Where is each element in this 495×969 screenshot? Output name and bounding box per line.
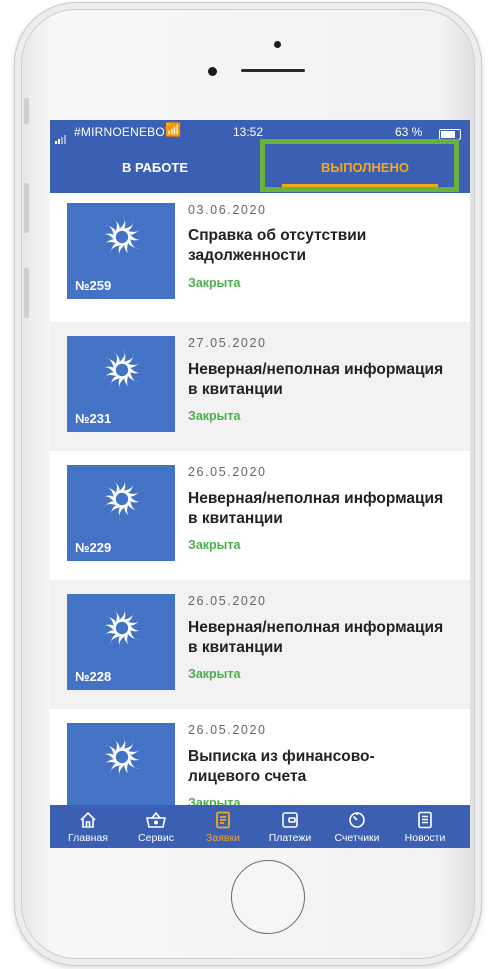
request-number: №229: [75, 540, 112, 555]
request-status: Закрыта: [188, 538, 241, 552]
wallet-icon: [260, 811, 320, 829]
app-header: #MIRNOENEBO75 📶 13:52 63 % В РАБОТЕ ВЫПО…: [50, 120, 470, 193]
battery-percent: 63 %: [395, 125, 423, 139]
request-card[interactable]: №231 27.05.2020 Неверная/неполная информ…: [50, 322, 470, 451]
proximity-sensor: [208, 67, 217, 76]
signal-icon: [55, 130, 67, 144]
highlight-box: [260, 139, 459, 192]
request-thumbnail: №228: [67, 594, 175, 690]
nav-payments[interactable]: Платежи: [260, 805, 320, 848]
request-card[interactable]: №259 03.06.2020 Справка об отсутствии зад…: [50, 193, 470, 322]
request-card[interactable]: №228 26.05.2020 Неверная/неполная информ…: [50, 580, 470, 709]
request-thumbnail: [67, 723, 175, 805]
requests-list[interactable]: №259 03.06.2020 Справка об отсутствии зад…: [50, 193, 470, 805]
volume-up-button: [24, 183, 29, 233]
gazprom-logo-icon: [101, 478, 143, 520]
document-icon: [193, 811, 253, 829]
nav-requests[interactable]: Заявки: [193, 805, 253, 848]
request-title: Неверная/неполная информация в квитанции: [188, 490, 444, 527]
request-status: Закрыта: [188, 276, 241, 290]
front-camera: [274, 41, 281, 48]
request-thumbnail: №231: [67, 336, 175, 432]
gazprom-logo-icon: [101, 607, 143, 649]
home-button[interactable]: [231, 860, 305, 934]
request-date: 26.05.2020: [188, 465, 267, 479]
request-thumbnail: №259: [67, 203, 175, 299]
nav-service[interactable]: Сервис: [126, 805, 186, 848]
news-icon: [395, 811, 455, 829]
carrier-name: #MIRNOENEBO75: [74, 125, 179, 139]
nav-news[interactable]: Новости: [395, 805, 455, 848]
request-date: 03.06.2020: [188, 203, 267, 217]
meter-icon: [327, 811, 387, 829]
request-date: 26.05.2020: [188, 594, 267, 608]
request-title: Выписка из финансово-лицевого счета: [188, 748, 375, 785]
app-screen: #MIRNOENEBO75 📶 13:52 63 % В РАБОТЕ ВЫПО…: [50, 120, 470, 848]
earpiece-speaker: [241, 69, 305, 72]
status-time: 13:52: [233, 125, 264, 139]
basket-icon: [126, 811, 186, 829]
bottom-navigation: Главная Сервис Заявки Платежи Счетчики Н…: [50, 805, 470, 848]
request-title: Неверная/неполная информация в квитанции: [188, 619, 444, 656]
request-title: Справка об отсутствии задолженности: [188, 227, 367, 264]
request-thumbnail: №229: [67, 465, 175, 561]
request-status: Закрыта: [188, 667, 241, 681]
request-date: 26.05.2020: [188, 723, 267, 737]
request-card[interactable]: 26.05.2020 Выписка из финансово-лицевого…: [50, 709, 470, 805]
volume-down-button: [24, 268, 29, 318]
request-date: 27.05.2020: [188, 336, 267, 350]
request-number: №259: [75, 278, 112, 293]
request-status: Закрыта: [188, 409, 241, 423]
gazprom-logo-icon: [101, 349, 143, 391]
mute-switch: [24, 98, 29, 124]
request-number: №228: [75, 669, 112, 684]
request-number: №231: [75, 411, 112, 426]
nav-meters[interactable]: Счетчики: [327, 805, 387, 848]
home-icon: [58, 811, 118, 829]
gazprom-logo-icon: [101, 736, 143, 778]
tab-in-progress[interactable]: В РАБОТЕ: [50, 148, 260, 188]
nav-home[interactable]: Главная: [58, 805, 118, 848]
request-card[interactable]: №229 26.05.2020 Неверная/неполная информ…: [50, 451, 470, 580]
gazprom-logo-icon: [101, 216, 143, 258]
request-status: Закрыта: [188, 796, 241, 805]
wifi-icon: 📶: [165, 122, 182, 137]
request-title: Неверная/неполная информация в квитанции: [188, 361, 444, 398]
